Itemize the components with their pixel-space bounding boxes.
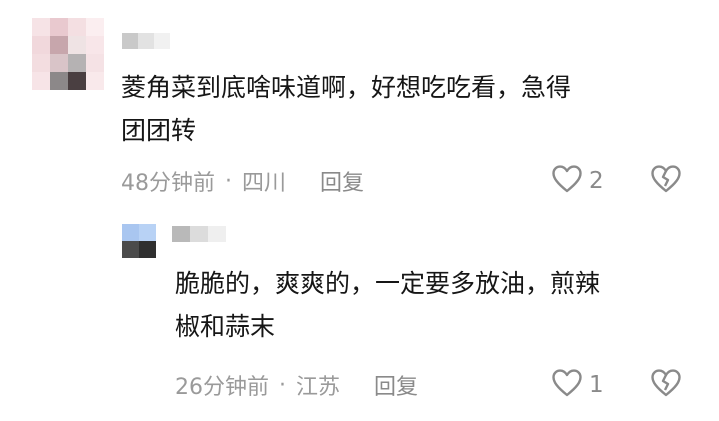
broken-heart-icon (650, 369, 682, 402)
reply-text-line: 脆脆的，爽爽的，一定要多放油，煎辣 (175, 269, 601, 298)
username-pixel (190, 226, 208, 242)
like-count: 1 (589, 372, 604, 398)
reply-text: 脆脆的，爽爽的，一定要多放油，煎辣 椒和蒜末 (175, 262, 600, 348)
avatar-pixel (50, 36, 68, 54)
comment-text-line: 菱角菜到底啥味道啊，好想吃吃看，急得 (121, 73, 572, 102)
avatar-pixel (68, 18, 86, 36)
username-pixel (154, 33, 170, 49)
avatar[interactable] (32, 18, 104, 90)
reply-button[interactable]: 回复 (374, 369, 418, 401)
reply-button[interactable]: 回复 (320, 165, 364, 197)
heart-outline-icon (551, 164, 583, 198)
reply-username[interactable] (172, 226, 226, 242)
comment-text-line: 团团转 (121, 116, 197, 145)
comment-meta: 48分钟前 · 四川 回复 (121, 165, 364, 197)
heart-outline-icon (551, 368, 583, 402)
username-pixel (208, 226, 226, 242)
reply-avatar[interactable] (122, 224, 156, 258)
avatar-pixel (50, 72, 68, 90)
avatar-pixel (68, 36, 86, 54)
comment-location: 四川 (242, 171, 287, 196)
username[interactable] (122, 33, 170, 49)
avatar-pixel (139, 241, 156, 258)
avatar-pixel (50, 54, 68, 72)
avatar-pixel (68, 54, 86, 72)
username-pixel (122, 33, 138, 49)
avatar-pixel (50, 18, 68, 36)
avatar-pixel (86, 72, 104, 90)
avatar-pixel (122, 241, 139, 258)
avatar-pixel (122, 224, 139, 241)
reply-time: 26分钟前 (175, 375, 269, 400)
avatar-pixel (86, 18, 104, 36)
comment-time: 48分钟前 (121, 171, 215, 196)
avatar-pixel (68, 72, 86, 90)
dislike-button[interactable] (650, 164, 682, 198)
like-button[interactable]: 2 (551, 164, 604, 198)
avatar-pixel (86, 36, 104, 54)
avatar-pixel (32, 36, 50, 54)
meta-separator: · (279, 372, 286, 398)
avatar-pixel (32, 72, 50, 90)
avatar-pixel (32, 54, 50, 72)
meta-separator: · (225, 168, 232, 194)
reply-location: 江苏 (296, 375, 341, 400)
comment-text: 菱角菜到底啥味道啊，好想吃吃看，急得 团团转 (121, 66, 571, 152)
username-pixel (172, 226, 190, 242)
avatar-pixel (86, 54, 104, 72)
reply-meta: 26分钟前 · 江苏 回复 (175, 369, 418, 401)
avatar-pixel (32, 18, 50, 36)
like-count: 2 (589, 168, 604, 194)
like-button[interactable]: 1 (551, 368, 604, 402)
reply-text-line: 椒和蒜末 (175, 312, 276, 341)
broken-heart-icon (650, 165, 682, 198)
username-pixel (138, 33, 154, 49)
dislike-button[interactable] (650, 368, 682, 402)
avatar-pixel (139, 224, 156, 241)
